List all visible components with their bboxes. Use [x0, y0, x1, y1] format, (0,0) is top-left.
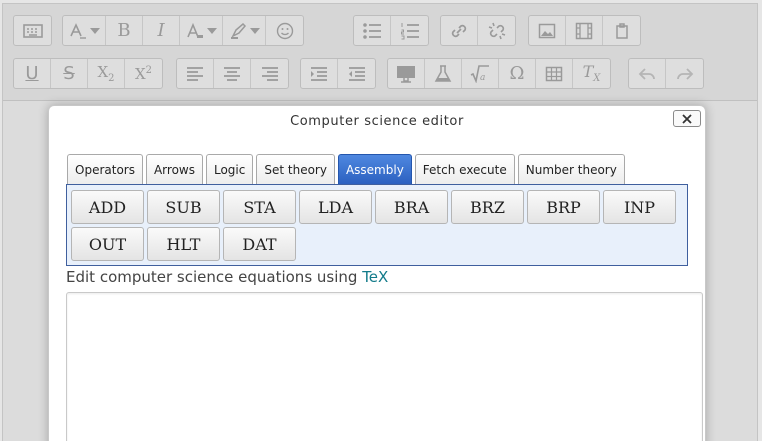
- insert-out-button[interactable]: OUT: [71, 227, 144, 261]
- insert-sub-button[interactable]: SUB: [147, 190, 220, 224]
- toolbar-group-media: [528, 15, 641, 46]
- align-center-button[interactable]: [214, 59, 251, 88]
- indent-button[interactable]: [301, 59, 338, 88]
- dialog-title: Computer science editor: [290, 114, 464, 129]
- highlight-icon: [230, 22, 246, 39]
- underline-button[interactable]: U: [14, 59, 51, 88]
- tex-help-link[interactable]: TeX: [362, 268, 388, 286]
- insert-lda-button[interactable]: LDA: [299, 190, 372, 224]
- chemistry-button[interactable]: [425, 59, 462, 88]
- tab-set-theory[interactable]: Set theory: [256, 154, 335, 185]
- insert-brz-button[interactable]: BRZ: [451, 190, 524, 224]
- close-icon: [682, 113, 692, 124]
- toolbar-group-align: [176, 58, 289, 89]
- close-button[interactable]: [673, 110, 701, 127]
- unlink-button[interactable]: [478, 16, 515, 45]
- font-family-icon: [69, 22, 86, 39]
- undo-button[interactable]: [629, 59, 666, 88]
- insert-brp-button[interactable]: BRP: [527, 190, 600, 224]
- tab-arrows[interactable]: Arrows: [145, 154, 203, 185]
- toolbar-group-lists: [353, 15, 429, 46]
- toolbar-group-text-style: U S X2 X2: [13, 58, 163, 89]
- insert-dat-button[interactable]: DAT: [223, 227, 296, 261]
- toolbar-group-indent: [300, 58, 376, 89]
- align-left-icon: [187, 66, 203, 81]
- numbered-list-button[interactable]: [391, 16, 428, 45]
- paste-button[interactable]: [603, 16, 640, 45]
- help-text: Edit computer science equations using Te…: [66, 268, 389, 286]
- font-color-button[interactable]: [180, 16, 223, 45]
- strikethrough-button[interactable]: S: [51, 59, 88, 88]
- indent-icon: [311, 66, 327, 81]
- assembly-panel: ADD SUB STA LDA BRA BRZ BRP INP OUT HLT …: [66, 184, 688, 266]
- tab-logic[interactable]: Logic: [205, 154, 254, 185]
- bullet-list-icon: [363, 22, 381, 39]
- keyboard-icon: [22, 23, 43, 38]
- smiley-icon: [276, 22, 293, 39]
- image-button[interactable]: [529, 16, 566, 45]
- align-center-icon: [224, 66, 240, 81]
- undo-icon: [638, 67, 655, 80]
- insert-inp-button[interactable]: INP: [603, 190, 676, 224]
- toolbar-group-toggle: [13, 15, 52, 46]
- link-icon: [451, 24, 467, 37]
- table-button[interactable]: [536, 59, 573, 88]
- special-character-button[interactable]: Ω: [499, 59, 536, 88]
- clear-formatting-button[interactable]: TX: [573, 59, 610, 88]
- tex-input[interactable]: [66, 292, 703, 441]
- square-root-icon: a: [470, 64, 489, 83]
- bold-button[interactable]: B: [106, 16, 143, 45]
- toolbar-group-format: B I: [62, 15, 304, 46]
- table-icon: [545, 66, 563, 81]
- flask-icon: [434, 64, 452, 82]
- toolbar-group-links: [440, 15, 516, 46]
- film-icon: [575, 22, 593, 39]
- insert-bra-button[interactable]: BRA: [375, 190, 448, 224]
- chevron-down-icon: [206, 27, 217, 34]
- assembly-button-grid: ADD SUB STA LDA BRA BRZ BRP INP OUT HLT …: [71, 190, 687, 264]
- align-right-button[interactable]: [251, 59, 288, 88]
- toolbar-group-insert: a Ω TX: [387, 58, 611, 89]
- numbered-list-icon: [400, 22, 419, 39]
- font-family-button[interactable]: [63, 16, 106, 45]
- insert-sta-button[interactable]: STA: [223, 190, 296, 224]
- subscript-button[interactable]: X2: [88, 59, 125, 88]
- chevron-down-icon: [89, 27, 100, 34]
- svg-text:a: a: [480, 73, 485, 83]
- cs-editor-dialog: Computer science editor Operators Arrows…: [48, 105, 706, 441]
- redo-button[interactable]: [666, 59, 703, 88]
- monitor-icon: [397, 65, 415, 83]
- italic-button[interactable]: I: [143, 16, 180, 45]
- tab-operators[interactable]: Operators: [67, 154, 143, 185]
- link-button[interactable]: [441, 16, 478, 45]
- unlink-icon: [488, 22, 505, 39]
- paste-icon: [615, 22, 628, 39]
- toolbar-toggle-button[interactable]: [14, 16, 51, 45]
- bullet-list-button[interactable]: [354, 16, 391, 45]
- outdent-button[interactable]: [338, 59, 375, 88]
- chevron-down-icon: [249, 27, 260, 34]
- screen-reader-button[interactable]: [388, 59, 425, 88]
- redo-icon: [676, 67, 693, 80]
- tab-assembly[interactable]: Assembly: [337, 154, 412, 185]
- equation-button[interactable]: a: [462, 59, 499, 88]
- media-button[interactable]: [566, 16, 603, 45]
- tab-number-theory[interactable]: Number theory: [517, 154, 625, 185]
- insert-add-button[interactable]: ADD: [71, 190, 144, 224]
- align-right-icon: [261, 66, 278, 81]
- align-left-button[interactable]: [177, 59, 214, 88]
- outdent-icon: [348, 66, 365, 81]
- image-icon: [538, 23, 556, 38]
- toolbar-group-history: [628, 58, 704, 89]
- highlight-button[interactable]: [223, 16, 266, 45]
- font-color-icon: [186, 22, 203, 38]
- superscript-button[interactable]: X2: [125, 59, 162, 88]
- insert-hlt-button[interactable]: HLT: [147, 227, 220, 261]
- editor-toolbar: B I U S X2 X2 a Ω TX: [3, 4, 757, 101]
- category-tabs: Operators Arrows Logic Set theory Assemb…: [67, 154, 628, 185]
- tab-fetch-execute[interactable]: Fetch execute: [414, 154, 515, 185]
- emoticons-button[interactable]: [266, 16, 303, 45]
